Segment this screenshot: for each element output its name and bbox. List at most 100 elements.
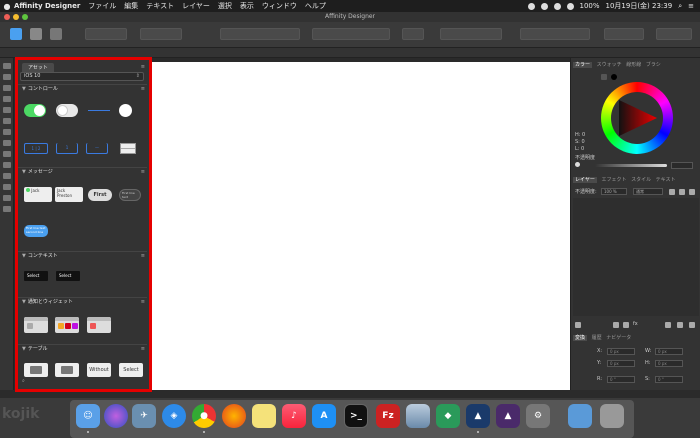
downloads-folder-icon[interactable] <box>568 404 592 428</box>
asset-message-5[interactable]: First line text second line <box>24 225 48 237</box>
lock-icon[interactable] <box>669 189 675 195</box>
layers-stack-icon[interactable] <box>575 322 581 328</box>
asset-widget-1[interactable] <box>24 317 48 333</box>
asset-category-dropdown[interactable]: iOS 10 ⇕ <box>20 72 144 81</box>
opacity-slider[interactable] <box>595 164 667 167</box>
transform-buttons[interactable] <box>520 28 590 40</box>
filezilla-icon[interactable]: Fz <box>376 404 400 428</box>
cloud-icon[interactable] <box>553 2 561 10</box>
visibility-icon[interactable] <box>689 189 695 195</box>
hand-tool-icon[interactable] <box>2 206 11 212</box>
x-field[interactable]: 0 px <box>607 348 635 355</box>
tab-styles[interactable]: スタイル <box>631 177 651 183</box>
export-persona-icon[interactable] <box>50 28 62 40</box>
layers-list[interactable] <box>573 198 699 316</box>
geometry-buttons[interactable] <box>220 28 300 40</box>
asset-context-select-1[interactable]: Select <box>24 271 48 281</box>
mask-icon[interactable] <box>613 322 619 328</box>
menu-help[interactable]: ヘルプ <box>305 1 326 11</box>
trash-icon[interactable] <box>600 404 624 428</box>
color-triangle[interactable] <box>615 96 659 140</box>
h-field[interactable]: 0 px <box>655 360 683 367</box>
siri-icon[interactable] <box>104 404 128 428</box>
asset-widget-2[interactable] <box>55 317 79 333</box>
category-controls[interactable]: ▼ コントロール ≡ <box>18 84 147 92</box>
menu-list-icon[interactable]: ≡ <box>688 2 694 10</box>
align-buttons[interactable] <box>312 28 390 40</box>
tab-text-styles[interactable]: テキスト <box>656 177 676 183</box>
category-menu-icon[interactable]: ≡ <box>141 168 145 176</box>
app-menu[interactable]: Affinity Designer <box>14 2 80 10</box>
pixel-persona-icon[interactable] <box>30 28 42 40</box>
asset-toggle-on[interactable] <box>24 104 46 117</box>
adjustment-icon[interactable] <box>623 322 629 328</box>
asset-message-2[interactable]: Jack Preston <box>55 187 83 202</box>
menu-file[interactable]: ファイル <box>88 1 116 11</box>
asset-table-4[interactable]: Select <box>119 363 143 377</box>
group-icon[interactable] <box>665 322 671 328</box>
document-buttons[interactable] <box>85 28 127 40</box>
finder-icon[interactable]: ☺ <box>76 404 100 428</box>
fill-swatch[interactable] <box>611 74 617 80</box>
asset-picker[interactable] <box>120 143 136 154</box>
tab-effects[interactable]: エフェクト <box>601 177 626 183</box>
fx-icon[interactable]: fx <box>633 321 638 327</box>
category-menu-icon[interactable]: ≡ <box>141 345 145 353</box>
menu-view[interactable]: 表示 <box>240 1 254 11</box>
wifi-icon[interactable] <box>566 2 574 10</box>
apple-menu-icon[interactable]: ● <box>0 2 14 11</box>
app-store-icon[interactable]: A <box>312 404 336 428</box>
pen-tool-icon[interactable] <box>2 96 11 102</box>
category-menu-icon[interactable]: ≡ <box>141 252 145 260</box>
zoom-tool-icon[interactable] <box>2 195 11 201</box>
asset-slider-knob[interactable] <box>119 104 132 117</box>
category-tables[interactable]: ▼ テーブル ≡ <box>18 344 147 352</box>
status-icon[interactable] <box>527 2 535 10</box>
safari-icon[interactable]: ◈ <box>162 404 186 428</box>
zoom-window-button[interactable] <box>22 14 28 20</box>
eyedropper-icon[interactable] <box>601 74 607 80</box>
system-preferences-icon[interactable]: ⚙ <box>526 404 550 428</box>
tab-stroke[interactable]: 線形線 <box>626 62 641 68</box>
asset-table-1[interactable] <box>24 363 48 377</box>
menu-window[interactable]: ウィンドウ <box>262 1 297 11</box>
music-icon[interactable]: ♪ <box>282 404 306 428</box>
asset-stepper-alt[interactable]: — <box>86 143 108 154</box>
designer-persona-icon[interactable] <box>10 28 22 40</box>
eyedropper-tool-icon[interactable] <box>2 184 11 190</box>
move-tool-icon[interactable] <box>2 63 11 69</box>
asset-message-1[interactable]: Jack <box>24 187 52 202</box>
r-field[interactable]: 0 ° <box>607 376 635 383</box>
artboard[interactable] <box>152 62 570 390</box>
w-field[interactable]: 0 px <box>655 348 683 355</box>
boolean-buttons[interactable] <box>604 28 644 40</box>
text-tool-icon[interactable] <box>2 173 11 179</box>
launchpad-icon[interactable]: ✈ <box>132 404 156 428</box>
add-layer-icon[interactable] <box>677 322 683 328</box>
close-window-button[interactable] <box>4 14 10 20</box>
menu-edit[interactable]: 編集 <box>124 1 138 11</box>
distribute-button[interactable] <box>402 28 424 40</box>
y-field[interactable]: 0 px <box>607 360 635 367</box>
asset-widget-3[interactable] <box>87 317 111 333</box>
layer-opacity-field[interactable]: 100 % <box>601 188 627 195</box>
clock[interactable]: 10月19日(金) 23:39 <box>606 1 673 11</box>
ellipse-tool-icon[interactable] <box>2 162 11 168</box>
asset-context-select-2[interactable]: Select <box>56 271 80 281</box>
assets-tab[interactable]: アセット <box>22 63 54 72</box>
panel-menu-icon[interactable]: ≡ <box>141 64 145 70</box>
asset-table-3[interactable]: Without <box>87 363 111 377</box>
status-icon[interactable] <box>540 2 548 10</box>
tab-brushes[interactable]: ブラシ <box>646 62 661 68</box>
tab-history[interactable]: 履歴 <box>592 335 602 341</box>
category-context[interactable]: ▼ コンテキスト ≡ <box>18 251 147 259</box>
affinity-designer-dock-icon[interactable]: ▲ <box>466 404 490 428</box>
cube-app-icon[interactable] <box>406 404 430 428</box>
chrome-icon[interactable]: ● <box>192 404 216 428</box>
asset-message-4[interactable]: First line text second line <box>119 189 141 201</box>
asset-stepper[interactable]: 1 <box>56 143 78 154</box>
category-menu-icon[interactable]: ≡ <box>141 85 145 93</box>
search-icon[interactable]: ⌕ <box>678 2 682 11</box>
rectangle-tool-icon[interactable] <box>2 151 11 157</box>
settings-icon[interactable] <box>679 189 685 195</box>
